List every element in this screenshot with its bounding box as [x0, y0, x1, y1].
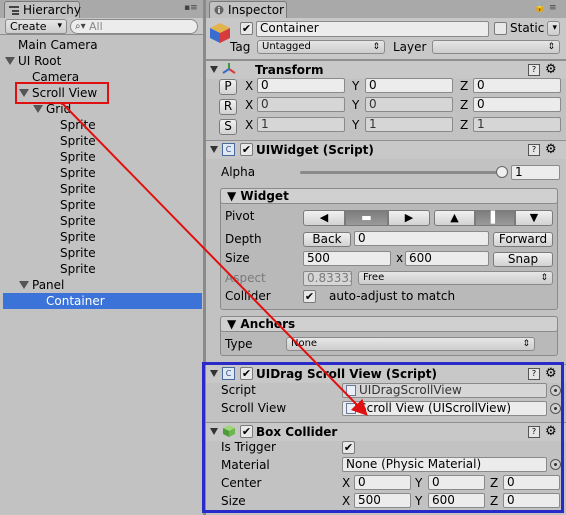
annotation-arrow	[61, 102, 368, 416]
